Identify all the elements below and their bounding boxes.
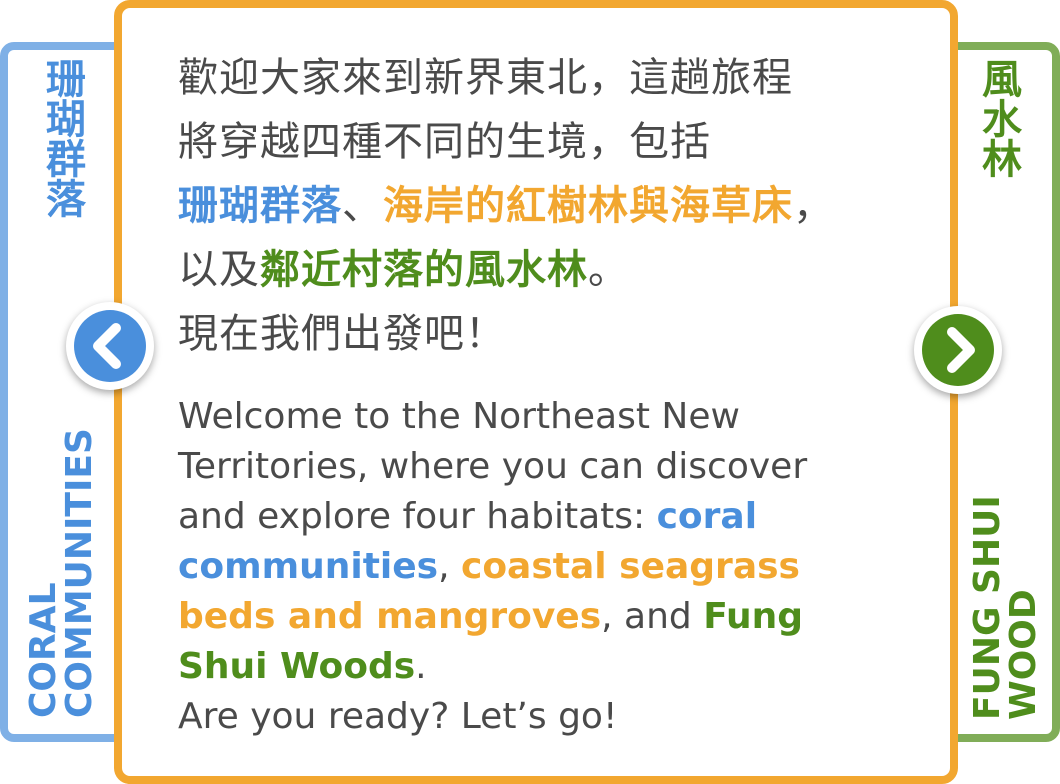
en-line-7: Are you ready? Let’s go! (178, 696, 618, 737)
en-line-2: Territories, where you can discover (178, 446, 808, 487)
fungshui-title-en-line2: WOOD (1003, 589, 1044, 720)
coral-title-en-line1: CORAL (23, 582, 64, 718)
zh-coral-highlight: 珊瑚群落 (178, 183, 342, 229)
fungshui-title-en: FUNG SHUI WOOD (967, 495, 1044, 720)
zh-line-5: 現在我們出發吧！ (178, 311, 506, 357)
chevron-left-icon (93, 323, 121, 369)
zh-text-fragment: 。 (588, 247, 629, 293)
en-line-6: Shui Woods. (178, 642, 898, 692)
en-line-4: communities, coastal seagrass (178, 542, 898, 592)
zh-line-1: 歡迎大家來到新界東北，這趟旅程 (178, 55, 793, 101)
en-fungshui-highlight: Shui Woods (178, 646, 416, 687)
en-line-1: Welcome to the Northeast New (178, 396, 740, 437)
en-line-3: and explore four habitats: coral (178, 492, 898, 542)
chevron-right-icon (947, 327, 975, 373)
zh-line-2: 將穿越四種不同的生境，包括 (178, 119, 711, 165)
next-button[interactable] (914, 306, 1002, 394)
zh-line-4: 以及鄰近村落的風水林。 (178, 238, 938, 302)
en-fungshui-highlight: Fung (703, 596, 804, 637)
zh-mangrove-highlight: 海岸的紅樹林與海草床 (383, 183, 793, 229)
intro-text-en: Welcome to the Northeast New Territories… (178, 392, 898, 742)
zh-text-fragment: 以及 (178, 247, 260, 293)
en-line-5: beds and mangroves, and Fung (178, 592, 898, 642)
en-coral-highlight: coral (656, 496, 758, 537)
en-text-fragment: . (415, 646, 427, 687)
habitat-intro-slide: 珊瑚群落 CORAL COMMUNITIES 風水林 FUNG SHUI WOO… (0, 0, 1060, 784)
coral-title-en-line2: COMMUNITIES (59, 428, 100, 718)
fungshui-title-en-line1: FUNG SHUI (967, 495, 1008, 720)
zh-separator: 、 (342, 183, 383, 229)
previous-button-face (74, 310, 146, 382)
coral-title-en: CORAL COMMUNITIES (23, 428, 100, 718)
zh-line-3: 珊瑚群落、海岸的紅樹林與海草床， (178, 174, 938, 238)
en-text-fragment: , (438, 546, 461, 587)
previous-button[interactable] (66, 302, 154, 390)
zh-separator: ， (793, 183, 834, 229)
next-button-face (922, 314, 994, 386)
en-text-fragment: and explore four habitats: (178, 496, 657, 537)
en-seagrass-highlight: coastal seagrass (460, 546, 800, 587)
en-text-fragment: , and (601, 596, 704, 637)
en-seagrass-highlight: beds and mangroves (178, 596, 602, 637)
fungshui-title-zh: 風水林 (975, 58, 1021, 178)
intro-text-zh: 歡迎大家來到新界東北，這趟旅程 將穿越四種不同的生境，包括 珊瑚群落、海岸的紅樹… (178, 46, 938, 366)
zh-fungshui-highlight: 鄰近村落的風水林 (260, 247, 588, 293)
en-coral-highlight: communities (178, 546, 439, 587)
coral-title-zh: 珊瑚群落 (39, 58, 85, 218)
